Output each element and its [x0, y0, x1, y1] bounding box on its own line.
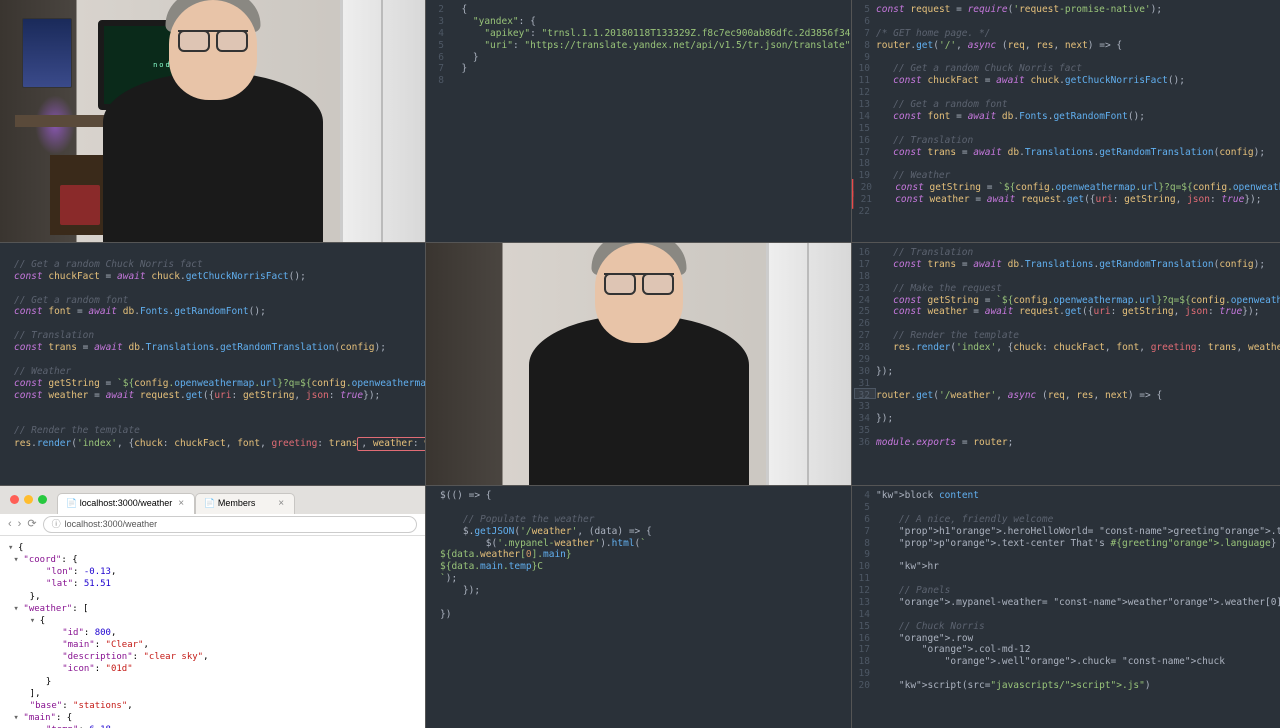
traffic-lights[interactable]: [10, 495, 47, 504]
browser-titlebar: 📄 localhost:3000/weather× 📄 Members×: [0, 486, 425, 514]
editor-pug-template[interactable]: 4"kw">block content56 // A nice, friendl…: [852, 486, 1280, 728]
reload-icon[interactable]: ⟳: [27, 518, 36, 532]
close-icon[interactable]: [10, 495, 19, 504]
minimize-icon[interactable]: [24, 495, 33, 504]
close-icon[interactable]: ×: [278, 498, 284, 511]
webcam-feed-1: node: [0, 0, 425, 242]
editor-client-script[interactable]: $(() => { // Populate the weather $.getJ…: [426, 486, 851, 728]
webcam-feed-2: node: [426, 243, 851, 485]
address-bar: ‹ › ⟳ ⓘlocalhost:3000/weather: [0, 514, 425, 536]
url-input[interactable]: ⓘlocalhost:3000/weather: [43, 516, 417, 533]
browser-window[interactable]: 📄 localhost:3000/weather× 📄 Members× ‹ ›…: [0, 486, 425, 728]
forward-icon[interactable]: ›: [18, 518, 22, 532]
editor-config-json[interactable]: 2 {3 "yandex": {4 "apikey": "trnsl.1.1.2…: [426, 0, 851, 242]
editor-router-mid[interactable]: 16 // Translation17 const trans = await …: [852, 243, 1280, 485]
json-response[interactable]: ▾{ ▾"coord": { "lon": -0.13, "lat": 51.5…: [0, 536, 425, 728]
browser-tabs: 📄 localhost:3000/weather× 📄 Members×: [57, 493, 295, 515]
close-icon[interactable]: ×: [178, 498, 184, 511]
editor-route-handler-left[interactable]: // Get a random Chuck Norris factconst c…: [0, 243, 425, 485]
editor-router-top[interactable]: 5const request = require('request-promis…: [852, 0, 1280, 242]
grid-3x3: node 2 {3 "yandex": {4 "apikey": "trnsl.…: [0, 0, 1280, 728]
maximize-icon[interactable]: [38, 495, 47, 504]
back-icon[interactable]: ‹: [8, 518, 12, 532]
tab-weather[interactable]: 📄 localhost:3000/weather×: [57, 493, 195, 515]
tab-members[interactable]: 📄 Members×: [195, 493, 295, 515]
